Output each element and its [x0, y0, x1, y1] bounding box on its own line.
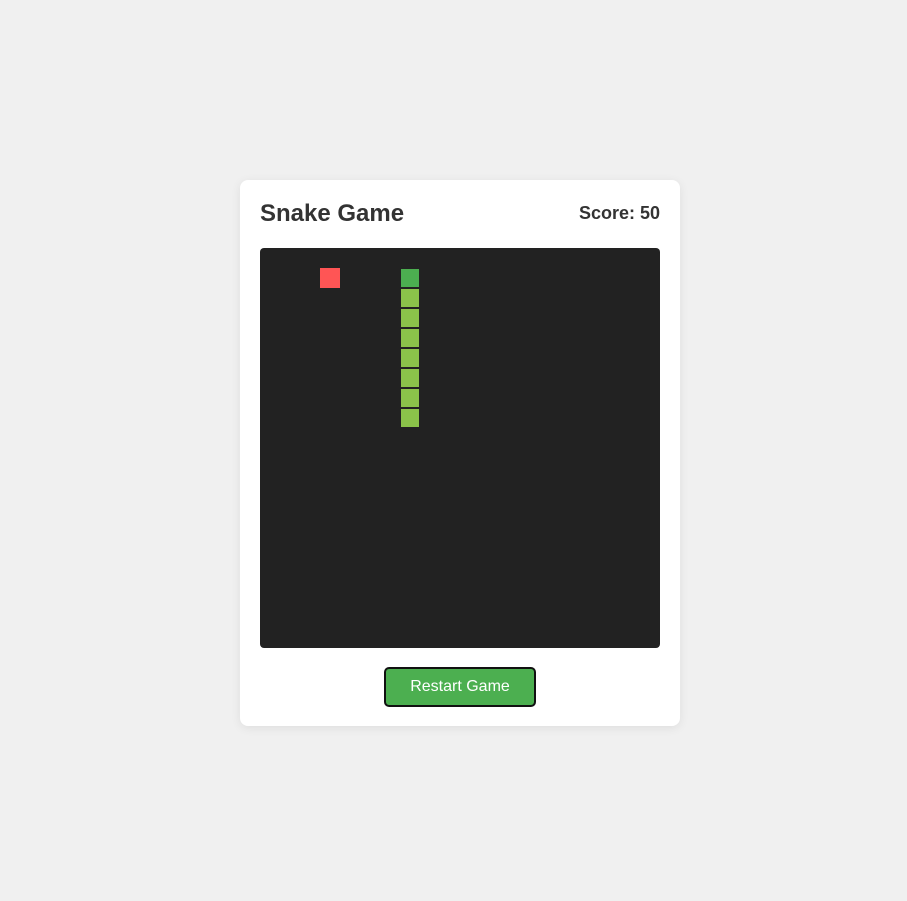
game-card: Snake Game Score: 50 Restart Game	[240, 180, 680, 726]
food-pellet	[320, 268, 340, 288]
snake-head	[400, 268, 420, 288]
snake-body-segment	[400, 308, 420, 328]
snake-body-segment	[400, 368, 420, 388]
game-board[interactable]	[260, 248, 660, 648]
snake-body-segment	[400, 408, 420, 428]
score-display: Score: 50	[578, 203, 660, 223]
restart-game-button[interactable]: Restart Game	[384, 667, 536, 707]
snake-body-segment	[400, 348, 420, 368]
snake-body-segment	[400, 388, 420, 408]
game-title: Snake Game	[260, 200, 405, 227]
snake-body-segment	[400, 328, 420, 348]
snake-body-segment	[400, 288, 420, 308]
